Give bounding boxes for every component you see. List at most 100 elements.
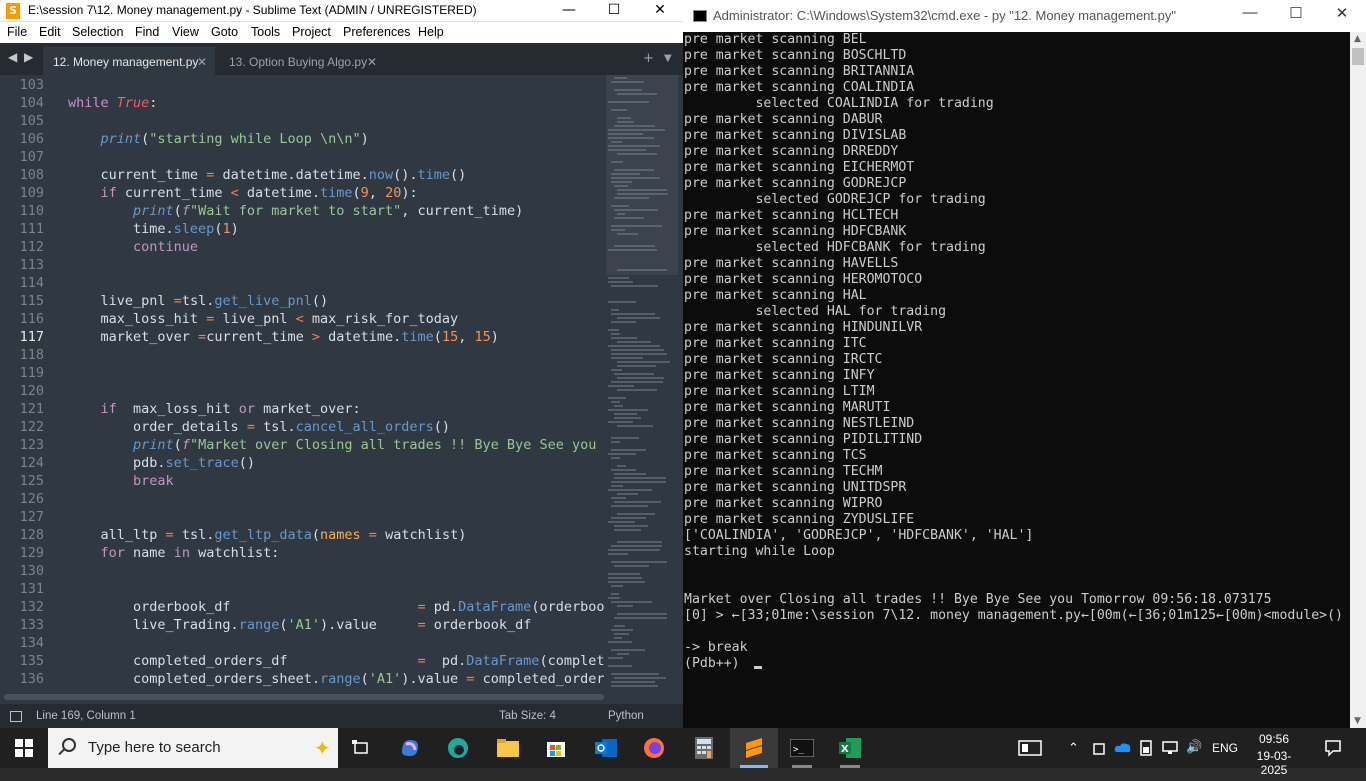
minimap-line xyxy=(617,465,626,467)
minimap-line xyxy=(611,173,640,175)
tab-option-buying[interactable]: 13. Option Buying Algo.py ✕ xyxy=(219,47,385,75)
notifications-icon[interactable] xyxy=(1324,739,1342,779)
tab-money-management[interactable]: 12. Money management.py ✕ xyxy=(43,47,215,75)
minimap-line xyxy=(608,329,619,331)
minimap-line xyxy=(611,141,622,143)
windows-start-icon[interactable] xyxy=(0,728,48,768)
minimap-line xyxy=(614,637,622,639)
close-button[interactable]: ✕ xyxy=(1319,4,1365,22)
console-line: pre market scanning DABUR xyxy=(684,112,883,127)
menu-preferences[interactable]: Preferences xyxy=(343,25,410,39)
minimap-line xyxy=(611,81,644,83)
battery-icon[interactable] xyxy=(1138,740,1156,780)
scroll-thumb[interactable] xyxy=(4,694,604,700)
scroll-thumb[interactable] xyxy=(1352,48,1364,65)
cmd-taskbar-icon[interactable]: >_ xyxy=(778,728,826,768)
minimap-line xyxy=(608,101,649,103)
search-input[interactable]: Type here to search xyxy=(88,739,221,756)
menu-selection[interactable]: Selection xyxy=(72,25,123,39)
minimap-line xyxy=(614,373,654,375)
console-line: pre market scanning DRREDDY xyxy=(684,144,899,159)
minimap-line xyxy=(611,497,626,499)
console-line: pre market scanning DIVISLAB xyxy=(684,128,907,143)
minimap-line xyxy=(608,133,643,135)
minimap-line xyxy=(614,405,623,407)
line-number: 133 xyxy=(19,617,44,633)
network-icon[interactable] xyxy=(1162,740,1180,780)
language-indicator[interactable]: ENG xyxy=(1212,741,1238,781)
horizontal-scrollbar[interactable] xyxy=(0,690,683,704)
minimap-line xyxy=(611,601,652,603)
search-icon xyxy=(62,738,76,752)
scroll-up-icon[interactable]: ▲ xyxy=(1354,34,1361,44)
minimap-line xyxy=(611,441,620,443)
menu-tools[interactable]: Tools xyxy=(251,25,280,39)
minimap[interactable] xyxy=(606,75,683,690)
tab-list-icon[interactable]: ▼ xyxy=(664,53,672,64)
calculator-icon[interactable] xyxy=(680,728,728,768)
code-editor[interactable]: 103 104 105 106 107 108 109 110 111 112 113 114 115 1… xyxy=(0,75,606,690)
taskbar-search[interactable]: Type here to search ✦ xyxy=(48,728,338,768)
line-number: 123 xyxy=(19,437,44,453)
menu-find[interactable]: Find xyxy=(135,25,159,39)
excel-icon[interactable]: X xyxy=(826,728,874,768)
file-explorer-icon[interactable] xyxy=(484,728,532,768)
console-line: pre market scanning HINDUNILVR xyxy=(684,320,923,335)
sublime-taskbar-icon[interactable] xyxy=(730,728,778,768)
tab-prev-icon[interactable]: ◀ xyxy=(8,50,17,64)
code-line: break xyxy=(133,473,174,489)
firefox-icon[interactable] xyxy=(630,728,678,768)
tab-label: 13. Option Buying Algo.py xyxy=(229,55,368,69)
news-widget-icon[interactable] xyxy=(1018,740,1042,780)
copilot-icon[interactable] xyxy=(386,728,434,768)
minimap-line xyxy=(611,381,663,383)
tab-size[interactable]: Tab Size: 4 xyxy=(499,710,556,722)
minimap-line xyxy=(611,585,623,587)
minimap-line xyxy=(608,277,629,279)
menu-file[interactable]: File xyxy=(7,25,27,39)
store-icon[interactable] xyxy=(532,728,580,768)
usb-icon[interactable] xyxy=(1092,740,1106,780)
panel-toggle-icon[interactable] xyxy=(10,711,22,722)
onedrive-icon[interactable] xyxy=(1114,741,1132,781)
console-line: pre market scanning HAL xyxy=(684,288,867,303)
svg-text:>_: >_ xyxy=(793,745,804,755)
line-number: 107 xyxy=(19,149,44,165)
menu-edit[interactable]: Edit xyxy=(39,25,61,39)
tab-next-icon[interactable]: ▶ xyxy=(24,50,33,64)
close-tab-icon[interactable]: ✕ xyxy=(197,55,207,69)
outlook-icon[interactable] xyxy=(582,728,630,768)
line-number: 111 xyxy=(19,221,44,237)
code-line: live_pnl =tsl.get_live_pnl() xyxy=(68,293,329,309)
line-number: 119 xyxy=(19,365,44,381)
minimap-line xyxy=(608,281,633,283)
minimize-button[interactable]: — xyxy=(546,0,592,22)
menu-help[interactable]: Help xyxy=(418,25,444,39)
new-tab-icon[interactable]: + xyxy=(643,51,654,66)
menu-view[interactable]: View xyxy=(172,25,199,39)
line-number: 127 xyxy=(19,509,44,525)
menu-project[interactable]: Project xyxy=(292,25,331,39)
vertical-scrollbar[interactable]: ▲ ▼ xyxy=(1350,32,1366,728)
close-button[interactable]: ✕ xyxy=(637,0,683,22)
scroll-down-icon[interactable]: ▼ xyxy=(1354,716,1361,726)
minimize-button[interactable]: — xyxy=(1227,4,1273,21)
volume-icon[interactable]: 🔊 xyxy=(1186,739,1202,779)
line-number: 121 xyxy=(19,401,44,417)
menu-goto[interactable]: Goto xyxy=(211,25,238,39)
console-output[interactable]: pre market scanning BEL pre market scanni… xyxy=(684,32,1349,728)
edge-icon[interactable] xyxy=(434,728,482,768)
maximize-button[interactable]: ☐ xyxy=(1273,4,1319,22)
minimap-line xyxy=(611,505,648,507)
clock[interactable]: 09:56 19-03-2025 xyxy=(1249,732,1299,777)
sparkle-icon: ✦ xyxy=(314,738,331,760)
minimap-line xyxy=(614,625,625,627)
minimap-line xyxy=(611,681,655,683)
tray-chevron-icon[interactable]: ⌃ xyxy=(1068,740,1079,780)
minimap-line xyxy=(608,665,632,667)
syntax-mode[interactable]: Python xyxy=(608,710,644,722)
close-tab-icon[interactable]: ✕ xyxy=(367,55,377,69)
minimap-line xyxy=(617,493,638,495)
task-view-icon[interactable] xyxy=(338,728,386,768)
maximize-button[interactable]: ☐ xyxy=(591,0,637,22)
